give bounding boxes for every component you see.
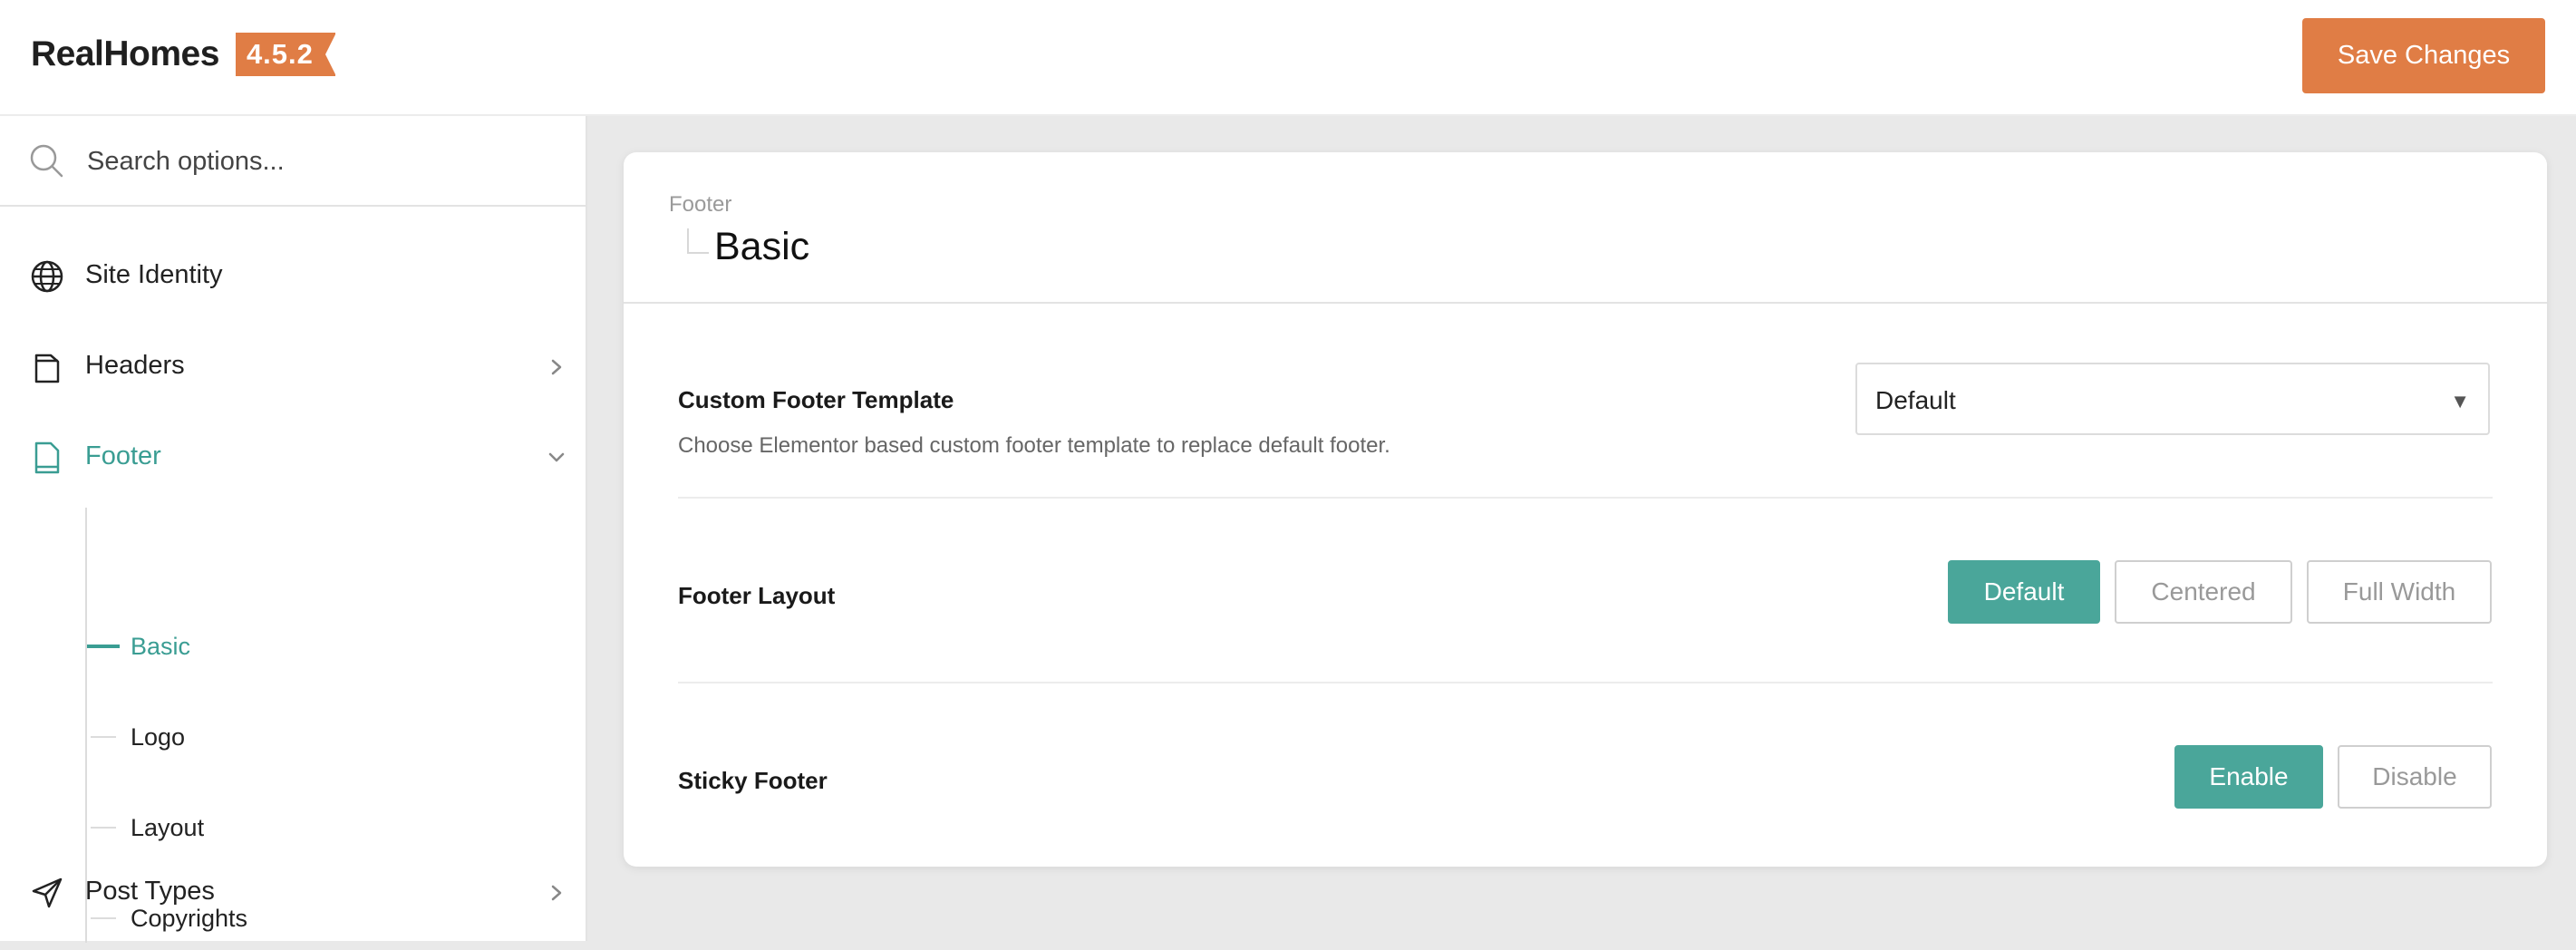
footer-layout-centered-button[interactable]: Centered (2115, 560, 2292, 624)
sticky-footer-enable-button[interactable]: Enable (2174, 745, 2323, 809)
custom-footer-template-select[interactable]: Default ▼ (1855, 363, 2490, 435)
globe-icon (31, 260, 63, 293)
divider (678, 682, 2493, 683)
document-footer-icon (34, 441, 60, 474)
footer-layout-default-button[interactable]: Default (1948, 560, 2100, 624)
sidebar-item-post-types[interactable]: Post Types (0, 857, 586, 929)
top-bar: RealHomes 4.5.2 Save Changes (0, 0, 2576, 116)
card-header: Footer Basic (624, 152, 2547, 304)
tree-branch (91, 827, 116, 829)
chevron-down-icon (548, 452, 565, 462)
sidebar-subitem-label: Layout (131, 814, 205, 841)
sidebar-item-footer[interactable]: Footer (0, 422, 586, 494)
sidebar-item-site-identity[interactable]: Site Identity (0, 240, 586, 313)
chevron-right-icon (551, 885, 562, 901)
search-icon (30, 144, 63, 178)
sidebar-item-label: Footer (85, 441, 161, 470)
divider (678, 497, 2493, 499)
app-name: RealHomes (31, 34, 219, 73)
settings-card: Footer Basic Custom Footer Template Choo… (624, 152, 2547, 867)
custom-footer-template-label: Custom Footer Template (678, 386, 954, 413)
sidebar-item-label: Headers (85, 351, 185, 380)
sidebar-item-label: Post Types (85, 877, 215, 906)
sidebar: Site Identity Headers Footer Basic Logo (0, 116, 587, 943)
sidebar-subitem-label: Logo (131, 723, 186, 751)
footer-layout-label: Footer Layout (678, 582, 836, 609)
chevron-right-icon (551, 359, 562, 375)
sidebar-subitem-label: Basic (131, 633, 191, 660)
sidebar-item-label: Site Identity (85, 260, 223, 289)
send-icon (32, 877, 63, 908)
select-value: Default (1875, 386, 1956, 414)
document-icon (34, 354, 60, 383)
dropdown-arrow-icon: ▼ (2450, 390, 2470, 412)
custom-footer-template-description: Choose Elementor based custom footer tem… (678, 433, 1390, 458)
sidebar-subitem-layout[interactable]: Layout (87, 796, 576, 859)
sticky-footer-label: Sticky Footer (678, 767, 828, 794)
version-badge: 4.5.2 (235, 33, 336, 76)
sidebar-subitem-logo[interactable]: Logo (87, 705, 576, 769)
save-changes-button[interactable]: Save Changes (2302, 18, 2545, 93)
breadcrumb-parent: Footer (669, 192, 732, 217)
sticky-footer-disable-button[interactable]: Disable (2338, 745, 2492, 809)
search-bar (0, 116, 586, 207)
sidebar-item-headers[interactable]: Headers (0, 331, 586, 403)
tree-branch (87, 645, 120, 648)
sidebar-subitem-basic[interactable]: Basic (87, 615, 576, 678)
page-title: Basic (714, 225, 810, 268)
footer-layout-full-width-button[interactable]: Full Width (2307, 560, 2492, 624)
tree-branch (91, 736, 116, 738)
breadcrumb-connector (687, 228, 709, 254)
search-input[interactable] (85, 138, 560, 185)
brand: RealHomes 4.5.2 (31, 33, 336, 76)
